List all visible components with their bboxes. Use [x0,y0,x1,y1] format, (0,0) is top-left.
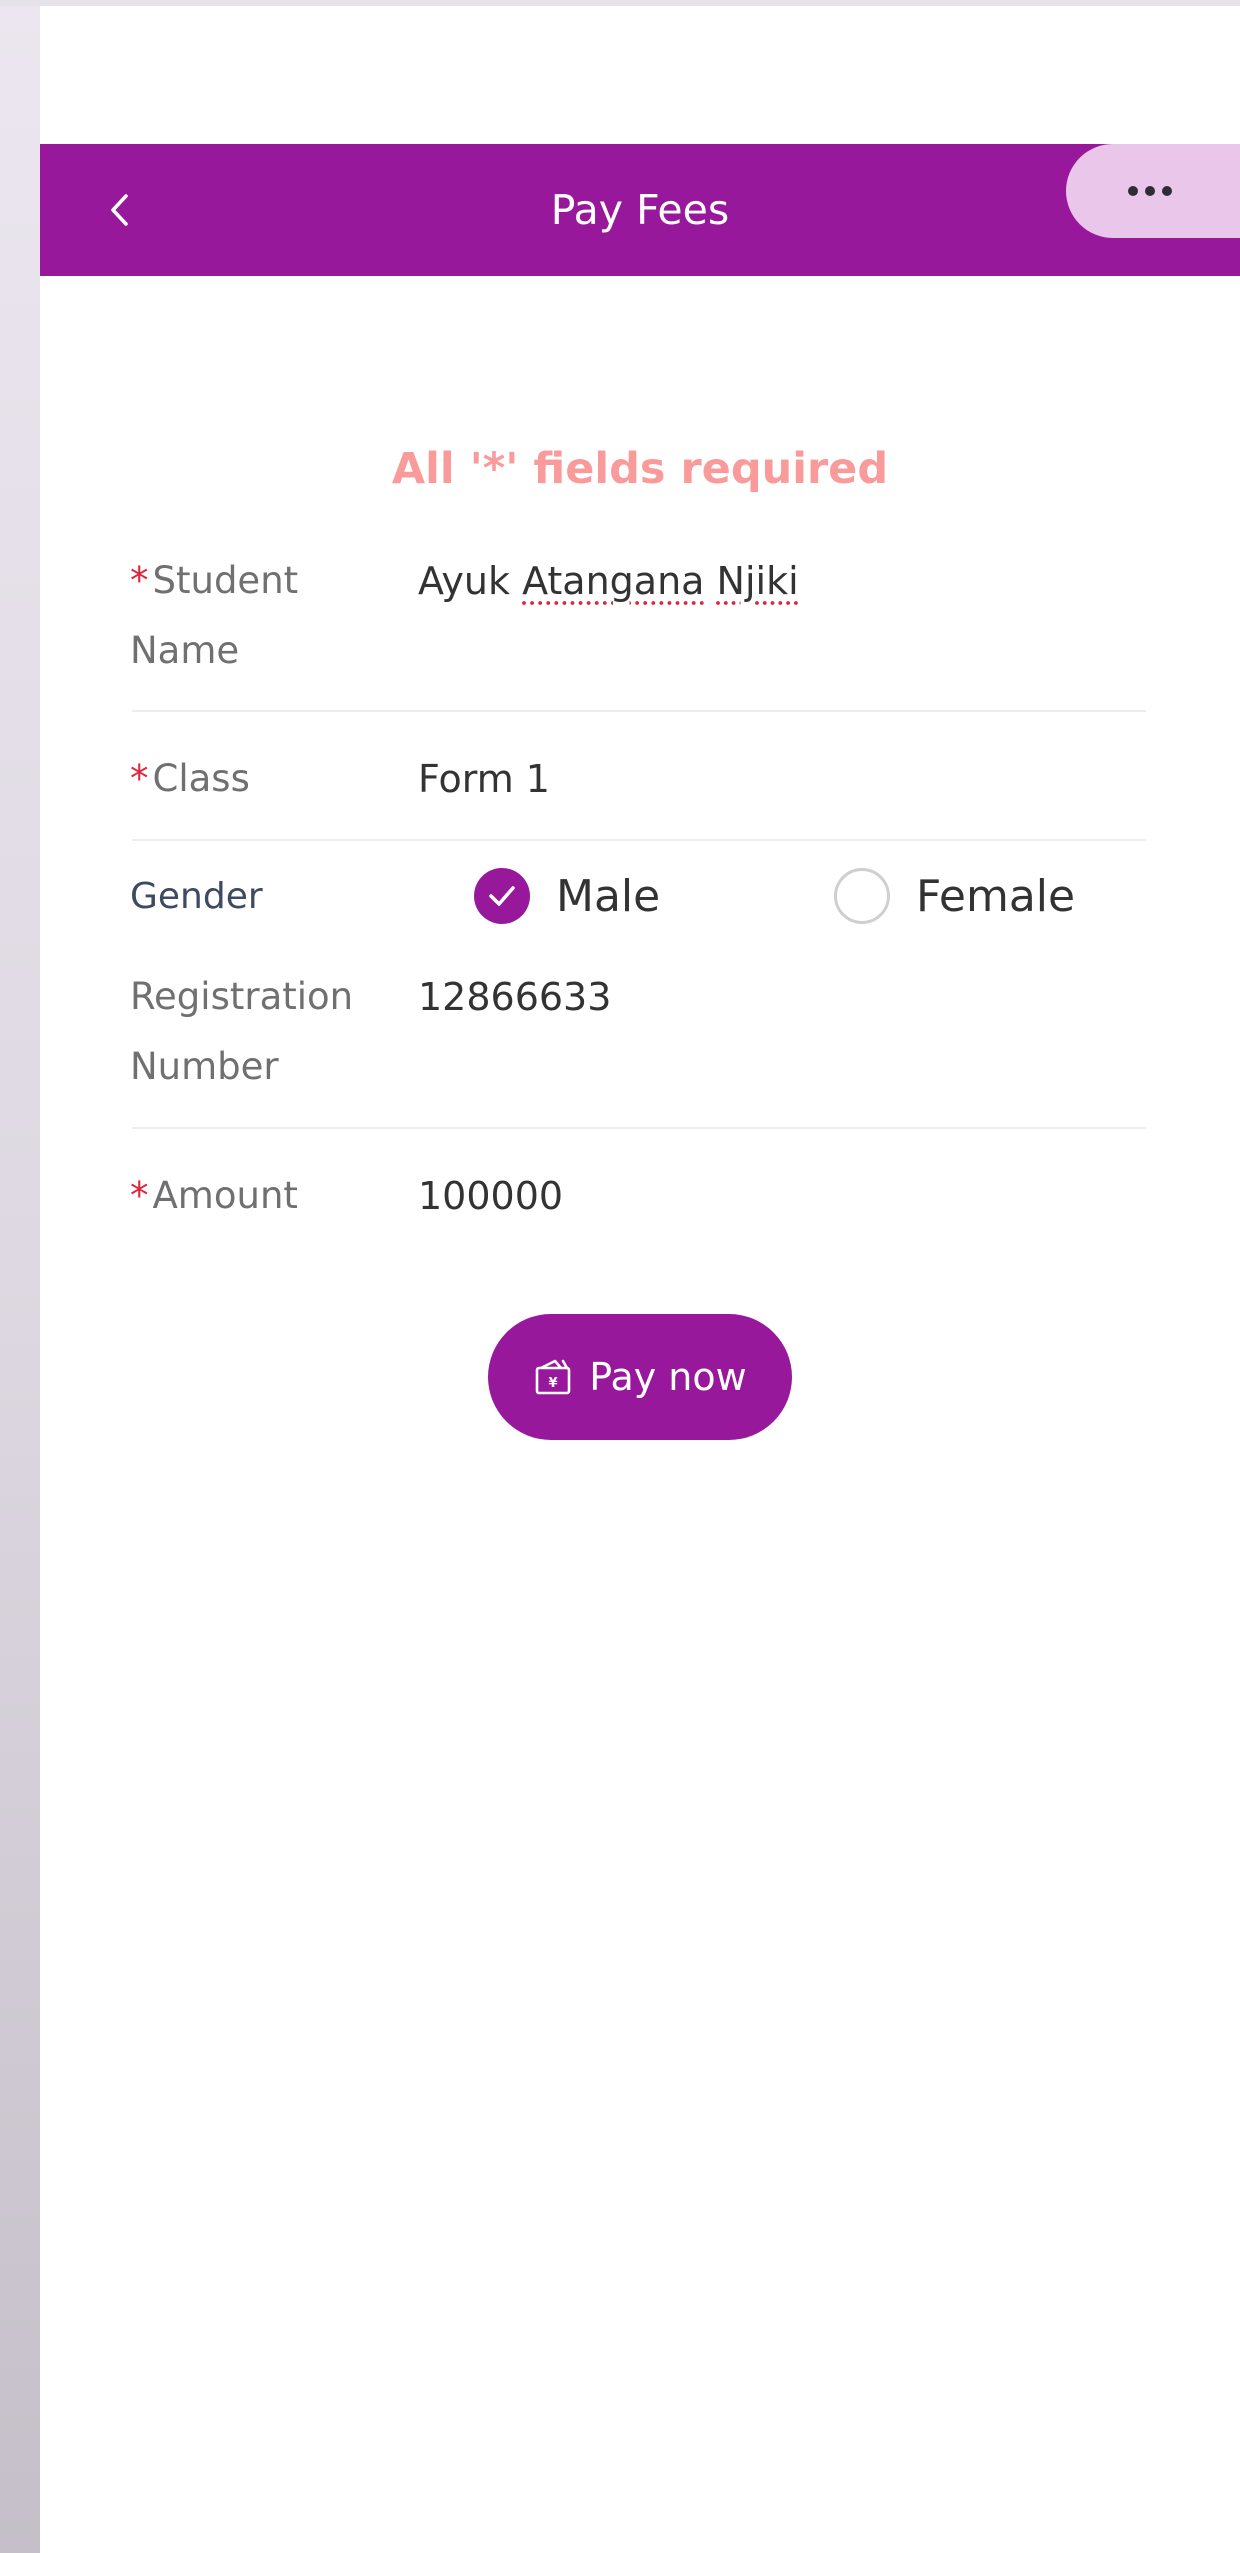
gender-label: Gender [130,876,263,917]
class-label: * Class [130,757,250,800]
divider [132,710,1146,712]
registration-number-label: Registration Number [130,975,354,1088]
divider [132,1127,1146,1129]
required-star: * [130,1174,149,1217]
svg-text:¥: ¥ [549,1376,558,1391]
divider [132,839,1146,841]
student-name-input[interactable]: Ayuk Atangana Njiki [418,546,799,616]
back-button[interactable] [90,180,150,240]
pay-fees-screen: Pay Fees All '*' fields required * Studen… [40,6,1240,2553]
gender-male-radio[interactable]: Male [474,868,660,924]
radio-unchecked-icon [834,868,890,924]
pay-now-button[interactable]: ¥ Pay now [488,1314,792,1440]
wallet-icon: ¥ [533,1357,573,1397]
chevron-left-icon [111,194,128,226]
gender-female-radio[interactable]: Female [834,868,1075,924]
class-input[interactable]: Form 1 [418,744,550,814]
header-bar: Pay Fees [40,144,1240,276]
gender-female-label: Female [916,870,1076,922]
required-star: * [130,757,149,800]
required-fields-note: All '*' fields required [391,444,889,494]
more-dots-icon [1128,186,1179,196]
amount-label: * Amount [130,1174,298,1217]
background-edge [0,0,40,2553]
amount-input[interactable]: 100000 [418,1161,563,1231]
radio-checked-icon [474,868,530,924]
registration-number-input[interactable]: 12866633 [418,962,611,1032]
more-menu-button[interactable] [1066,144,1240,238]
gender-male-label: Male [556,870,661,922]
pay-now-label: Pay now [589,1355,747,1399]
page-title: Pay Fees [550,186,730,234]
student-name-label: * Student Name [130,559,299,672]
required-star: * [130,559,149,602]
